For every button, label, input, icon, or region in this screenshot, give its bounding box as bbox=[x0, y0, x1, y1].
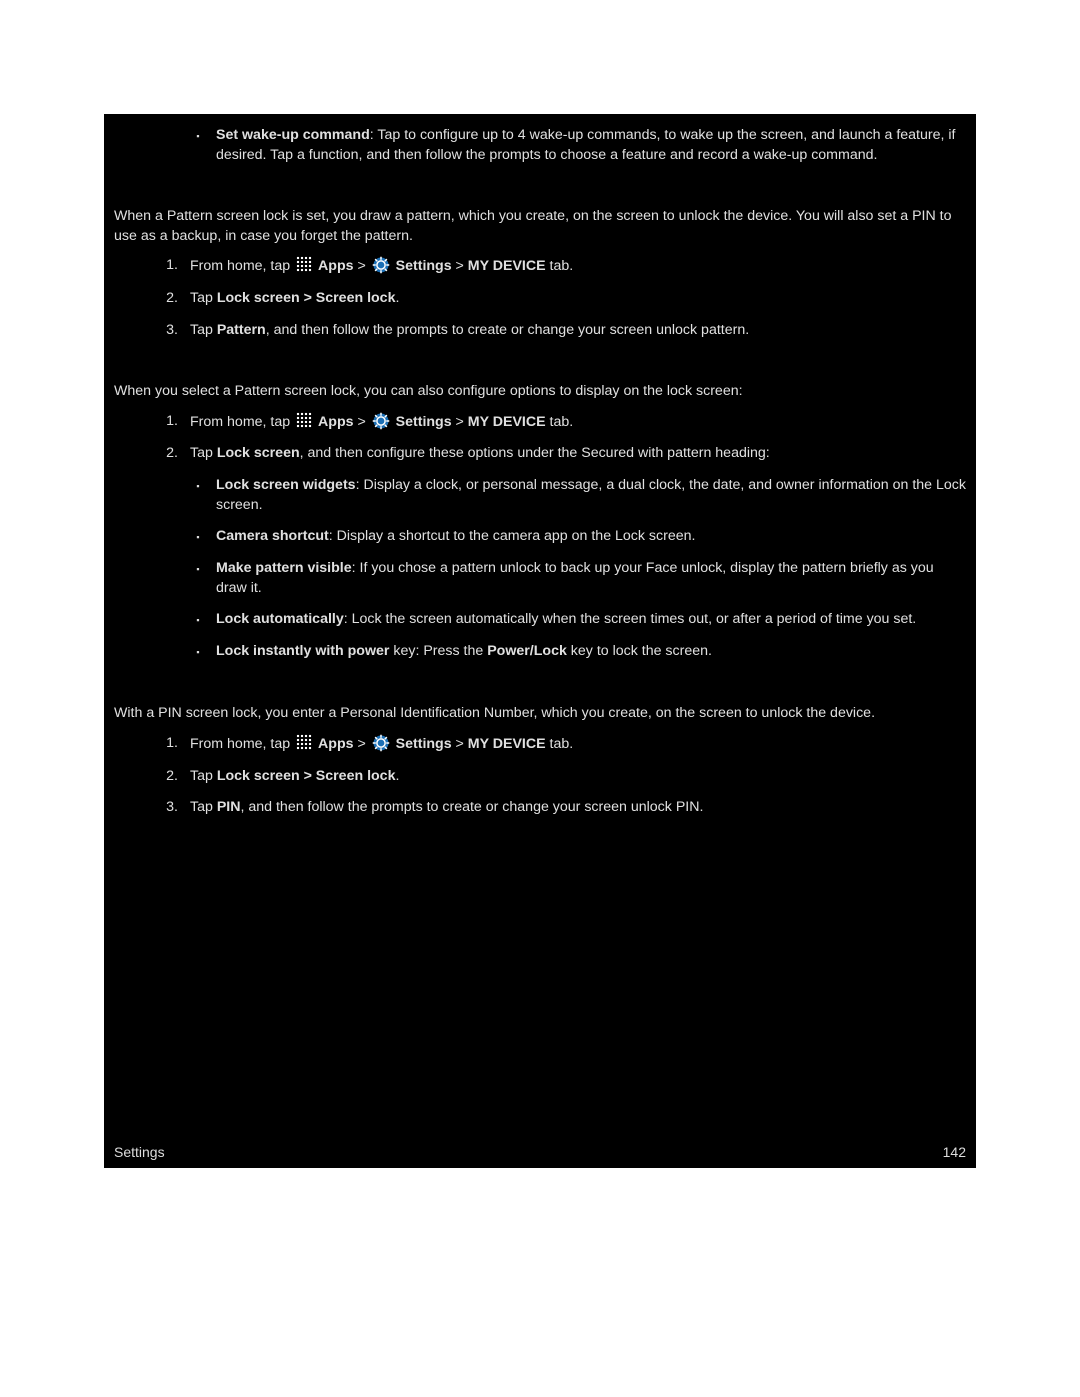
pattern-options-intro: When you select a Pattern screen lock, y… bbox=[114, 372, 966, 406]
step-text: Tap Lock screen, and then configure thes… bbox=[190, 444, 770, 464]
step-text: Tap Lock screen > Screen lock. bbox=[190, 289, 399, 309]
pattern-step-1: 1. From home, tap Apps > Settings > MY D… bbox=[164, 250, 966, 283]
bullet-lock-screen-widgets: ▪ Lock screen widgets: Display a clock, … bbox=[194, 470, 966, 521]
pattern-steps: 1. From home, tap Apps > Settings > MY D… bbox=[114, 250, 966, 346]
pin-steps: 1. From home, tap Apps > Settings > MY D… bbox=[114, 728, 966, 824]
gear-icon bbox=[372, 412, 390, 430]
pattern-step-3: 3. Tap Pattern, and then follow the prom… bbox=[164, 315, 966, 347]
pin-step-3: 3. Tap PIN, and then follow the prompts … bbox=[164, 792, 966, 824]
bullet-label: Set wake-up command bbox=[216, 127, 370, 143]
pattern-options-steps: 1. From home, tap Apps > Settings > MY D… bbox=[114, 406, 966, 470]
options-step-2: 2. Tap Lock screen, and then configure t… bbox=[164, 438, 966, 470]
options-step-1: 1. From home, tap Apps > Settings > MY D… bbox=[164, 406, 966, 439]
apps-icon bbox=[296, 412, 312, 428]
bullet-set-wake-up: ▪ Set wake-up command: Tap to configure … bbox=[114, 120, 966, 171]
page-footer: Settings 142 bbox=[114, 1143, 966, 1162]
heading-pin bbox=[114, 668, 966, 694]
gear-icon bbox=[372, 734, 390, 752]
footer-page-number: 142 bbox=[943, 1143, 966, 1162]
apps-icon bbox=[296, 256, 312, 272]
apps-icon bbox=[296, 734, 312, 750]
pin-step-1: 1. From home, tap Apps > Settings > MY D… bbox=[164, 728, 966, 761]
step-text: From home, tap Apps > Settings > MY DEVI… bbox=[190, 412, 573, 433]
bullet-lock-instantly: ▪ Lock instantly with power key: Press t… bbox=[194, 636, 966, 668]
pattern-intro: When a Pattern screen lock is set, you d… bbox=[114, 197, 966, 250]
pattern-option-bullets: ▪ Lock screen widgets: Display a clock, … bbox=[114, 470, 966, 668]
bullet-text: Set wake-up command: Tap to configure up… bbox=[216, 126, 966, 165]
step-text: From home, tap Apps > Settings > MY DEVI… bbox=[190, 256, 573, 277]
pin-intro: With a PIN screen lock, you enter a Pers… bbox=[114, 694, 966, 728]
step-text: Tap Pattern, and then follow the prompts… bbox=[190, 321, 749, 341]
bullet-camera-shortcut: ▪ Camera shortcut: Display a shortcut to… bbox=[194, 521, 966, 553]
gear-icon bbox=[372, 256, 390, 274]
footer-section: Settings bbox=[114, 1143, 165, 1162]
bullet-lock-automatically: ▪ Lock automatically: Lock the screen au… bbox=[194, 604, 966, 636]
content-box: ▪ Set wake-up command: Tap to configure … bbox=[104, 114, 976, 1168]
bullet-marker: ▪ bbox=[194, 126, 202, 165]
heading-pattern-options bbox=[114, 346, 966, 372]
pin-step-2: 2. Tap Lock screen > Screen lock. bbox=[164, 761, 966, 793]
step-text: Tap PIN, and then follow the prompts to … bbox=[190, 798, 703, 818]
step-text: Tap Lock screen > Screen lock. bbox=[190, 767, 399, 787]
page: ▪ Set wake-up command: Tap to configure … bbox=[0, 0, 1080, 1397]
bullet-make-pattern-visible: ▪ Make pattern visible: If you chose a p… bbox=[194, 553, 966, 604]
pattern-step-2: 2. Tap Lock screen > Screen lock. bbox=[164, 283, 966, 315]
step-text: From home, tap Apps > Settings > MY DEVI… bbox=[190, 734, 573, 755]
heading-pattern bbox=[114, 171, 966, 197]
